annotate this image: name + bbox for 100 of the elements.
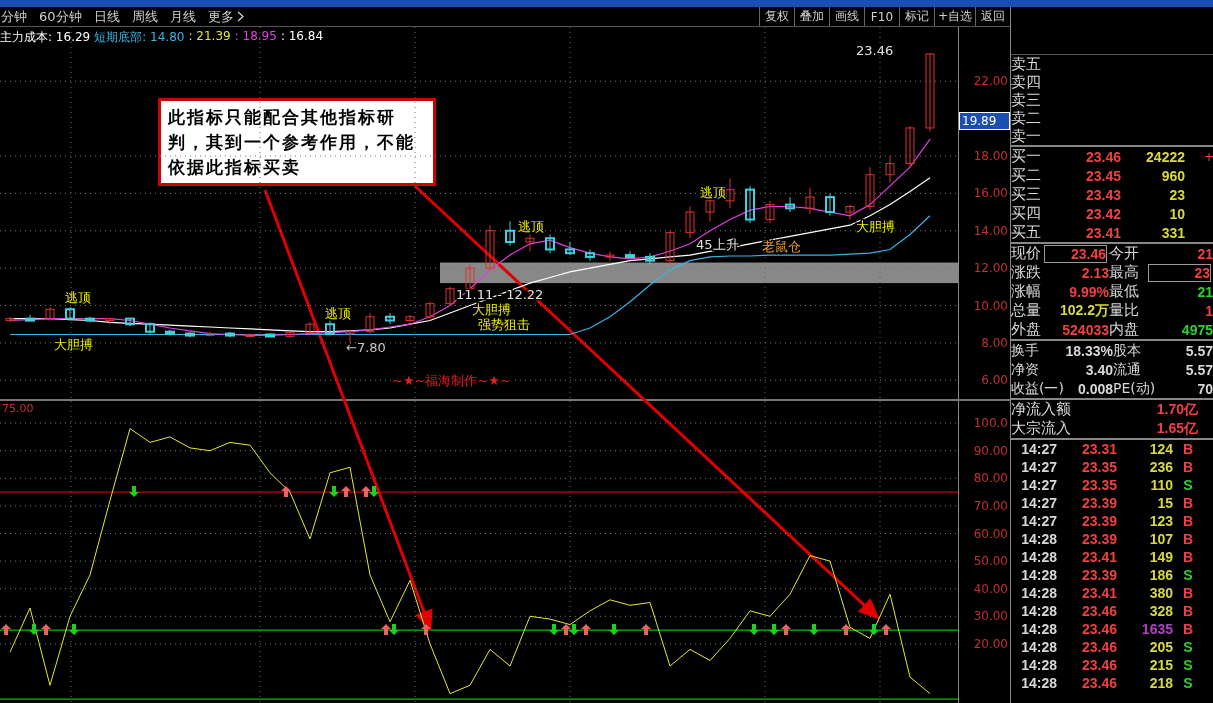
trade-price: 23.39: [1080, 495, 1117, 511]
stat-value: 21: [1196, 245, 1213, 262]
trade-time: 14:28: [1020, 621, 1057, 637]
trade-price: 23.39: [1080, 513, 1117, 529]
trade-side: B: [1181, 495, 1195, 511]
bid-volume: 331: [1160, 224, 1185, 241]
stat-label: 涨跌: [1011, 263, 1042, 282]
axis-label: 8.00: [981, 335, 1008, 350]
trade-time: 14:27: [1020, 477, 1057, 493]
chart-label: ~★~福海制作~★~: [392, 372, 511, 388]
trade-time: 14:28: [1020, 603, 1057, 619]
axis-label: 100.0: [973, 416, 1008, 431]
trade-side: B: [1181, 621, 1195, 637]
chart-label: 老鼠仓: [762, 238, 801, 254]
change-value: +: [1202, 149, 1213, 164]
trade-price: 23.39: [1080, 567, 1117, 583]
trade-price: 23.41: [1080, 549, 1117, 565]
axis-label: 30.00: [973, 609, 1008, 624]
trade-price: 23.39: [1080, 531, 1117, 547]
toolbar-button[interactable]: +自选: [933, 7, 975, 26]
bid-label: 买三: [1011, 185, 1042, 204]
axis-label: 60.00: [973, 526, 1008, 541]
trade-side: B: [1181, 585, 1195, 601]
bid-volume: 10: [1168, 205, 1185, 222]
bid-label: 买二: [1011, 166, 1042, 185]
trade-volume: 236: [1148, 459, 1173, 475]
period-tab[interactable]: 月线: [168, 7, 197, 26]
period-tab[interactable]: 周线: [130, 7, 159, 26]
stat-label: 量比: [1109, 301, 1140, 320]
stat-value: 23: [1149, 264, 1210, 281]
stat-value: 5.57: [1184, 342, 1213, 359]
trade-side: B: [1181, 513, 1195, 529]
stat-value: 2.13: [1080, 264, 1109, 281]
axis-label: 14.00: [973, 223, 1008, 238]
chart-label: 大胆搏: [472, 301, 511, 317]
trade-price: 23.46: [1080, 603, 1117, 619]
trade-time: 14:28: [1020, 639, 1057, 655]
trade-time: 14:28: [1020, 567, 1057, 583]
period-tab[interactable]: 60分钟: [38, 7, 83, 26]
chart-label: 23.46: [856, 42, 894, 58]
axis-label: 40.00: [973, 581, 1008, 596]
trade-price: 23.46: [1080, 657, 1117, 673]
trade-time: 14:28: [1020, 531, 1057, 547]
trade-volume: 123: [1148, 513, 1173, 529]
price-marker: 19.89: [959, 111, 1010, 130]
stat-label: 最低: [1109, 282, 1140, 301]
stat-label: 涨幅: [1011, 282, 1042, 301]
trade-side: B: [1181, 549, 1195, 565]
trade-time: 14:28: [1020, 585, 1057, 601]
bid-price: 23.45: [1084, 167, 1121, 184]
bid-label: 买五: [1011, 223, 1042, 242]
stat-value: 70: [1196, 380, 1213, 397]
bid-label: 买一: [1011, 147, 1042, 166]
trade-side: S: [1182, 639, 1194, 655]
trade-price: 23.41: [1080, 585, 1117, 601]
stat-label: 流通: [1113, 360, 1142, 379]
chart-label: ←7.80: [346, 340, 386, 356]
stat-label: 净资: [1011, 360, 1040, 379]
stat-label: PE(动): [1113, 379, 1157, 398]
trade-time: 14:27: [1020, 459, 1057, 475]
period-tab[interactable]: 日线: [92, 7, 121, 26]
axis-label: 22.00: [973, 74, 1008, 89]
trade-price: 23.31: [1080, 441, 1117, 457]
trade-side: B: [1181, 603, 1195, 619]
ask-label: 卖二: [1011, 109, 1042, 128]
ask-label: 卖五: [1011, 55, 1042, 74]
chart-label: 强势狙击: [478, 316, 530, 332]
trade-volume: 124: [1148, 441, 1173, 457]
callout-note: 此指标只能配合其他指标研判，其到一个参考作用，不能依据此指标买卖: [158, 98, 436, 186]
trade-volume: 149: [1148, 549, 1173, 565]
trade-volume: 215: [1148, 657, 1173, 673]
trade-time: 14:28: [1020, 549, 1057, 565]
trade-volume: 218: [1148, 675, 1173, 691]
trade-side: S: [1182, 657, 1194, 673]
period-tab[interactable]: 分钟: [0, 7, 28, 26]
stat-label: 外盘: [1011, 320, 1042, 339]
trade-volume: 15: [1156, 495, 1173, 511]
stat-value: 1: [1204, 302, 1213, 319]
stat-value: 5.57: [1184, 361, 1213, 378]
ask-label: 卖一: [1011, 127, 1042, 146]
chart-label: 逃顶: [325, 306, 351, 322]
stat-label: 内盘: [1109, 320, 1140, 339]
indicator-level: 75.00: [2, 402, 34, 415]
bid-volume: 24222: [1145, 148, 1185, 165]
stat-value: 3.40: [1084, 361, 1113, 378]
trade-time: 14:28: [1020, 675, 1057, 691]
chart-label: 大胆搏: [856, 218, 895, 234]
bid-volume: 23: [1168, 186, 1185, 203]
more-menu[interactable]: 更多: [206, 7, 245, 26]
axis-label: 12.00: [973, 261, 1008, 276]
axis-label: 90.00: [973, 443, 1008, 458]
stat-label: 现价: [1011, 244, 1042, 263]
bid-volume: 960: [1160, 167, 1185, 184]
trade-price: 23.46: [1080, 639, 1117, 655]
axis-label: 10.00: [973, 298, 1008, 313]
flow-label: 大宗流入: [1011, 419, 1072, 438]
stat-label: 换手: [1011, 341, 1040, 360]
indicator-value: 主力成本: 16.29: [0, 29, 91, 46]
bid-price: 23.43: [1084, 186, 1121, 203]
trade-price: 23.46: [1080, 621, 1117, 637]
